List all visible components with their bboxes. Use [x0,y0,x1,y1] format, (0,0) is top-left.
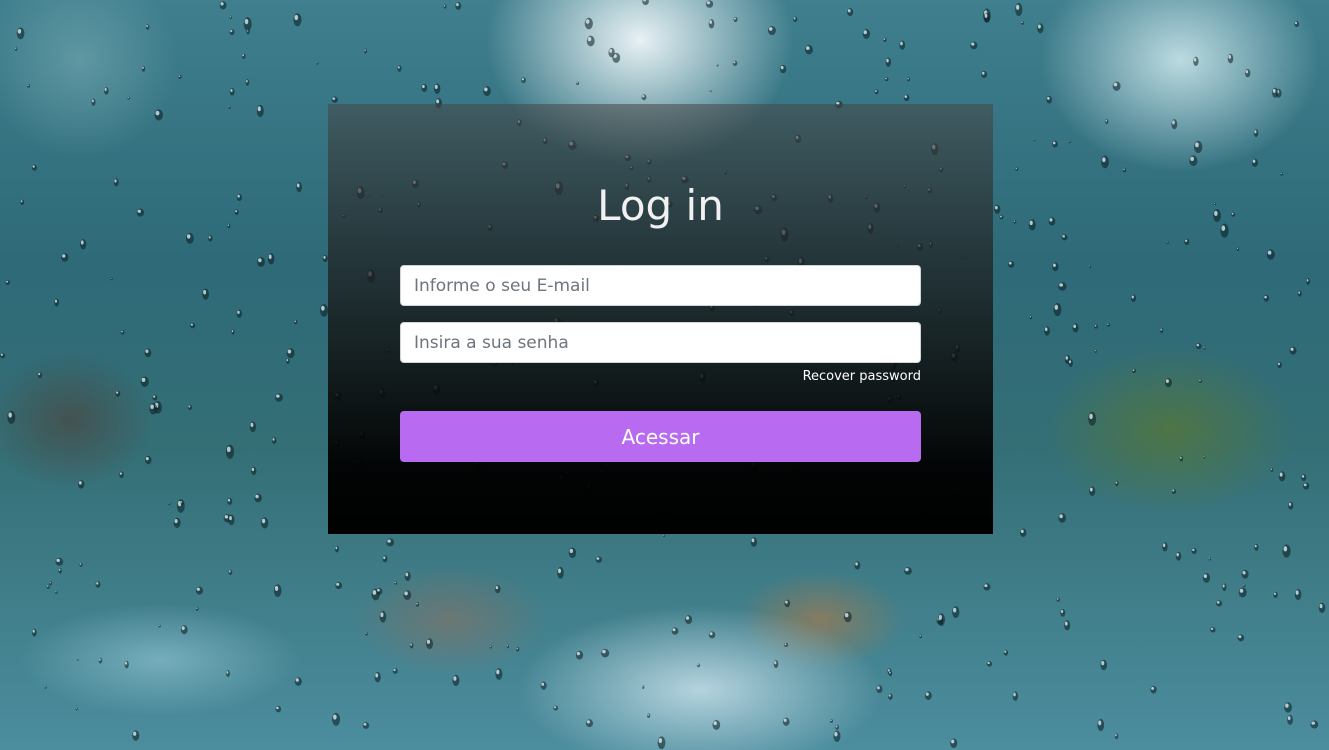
recover-password-link[interactable]: Recover password [803,369,921,384]
login-title: Log in [597,181,724,230]
login-panel: Log in Recover password Acessar [328,104,993,534]
submit-button[interactable]: Acessar [400,411,921,462]
email-input[interactable] [400,265,921,306]
password-input[interactable] [400,322,921,363]
